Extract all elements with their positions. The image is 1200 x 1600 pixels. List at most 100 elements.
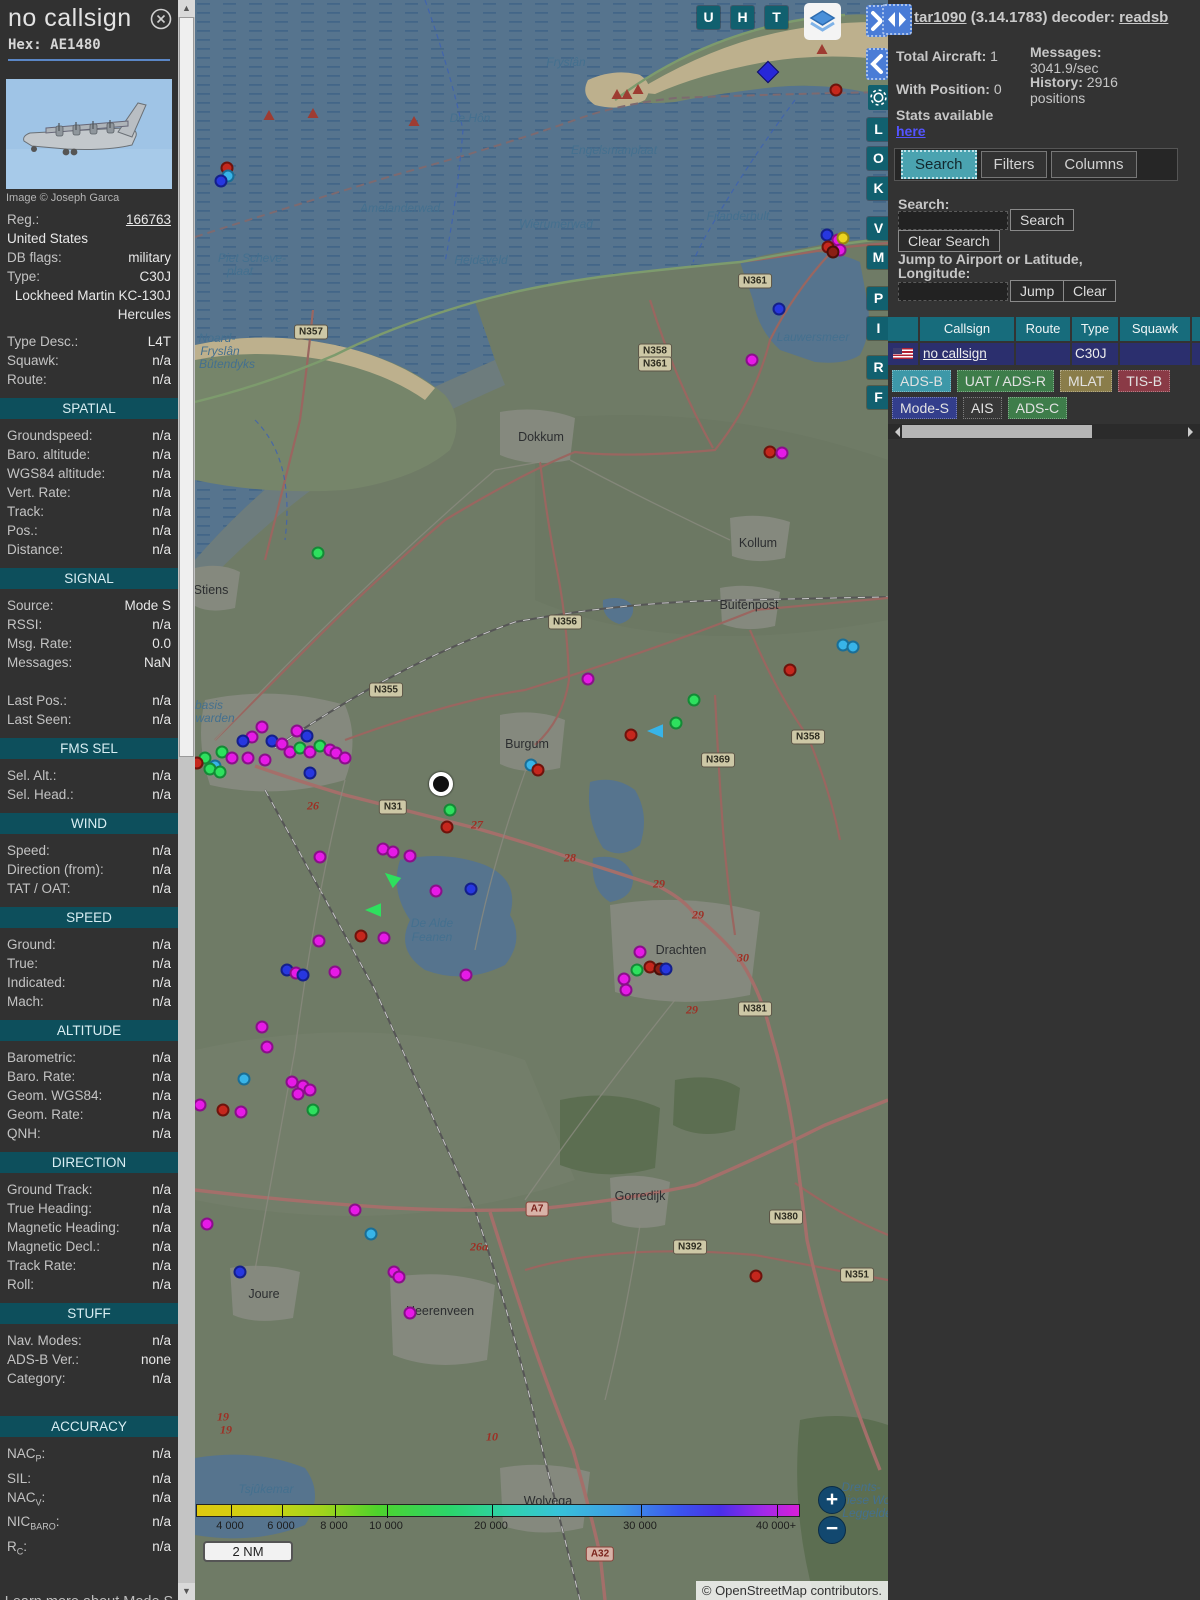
aircraft-dot[interactable] bbox=[303, 1083, 317, 1097]
table-cell[interactable] bbox=[1016, 343, 1070, 365]
column-header-Route[interactable]: Route bbox=[1016, 317, 1070, 341]
table-cell[interactable]: no callsign bbox=[920, 343, 1014, 365]
aircraft-dot[interactable] bbox=[403, 1306, 417, 1320]
filter-badge-ais[interactable]: AIS bbox=[963, 397, 1002, 419]
selected-aircraft-marker[interactable] bbox=[429, 772, 453, 796]
aircraft-dot[interactable] bbox=[214, 174, 228, 188]
table-cell[interactable]: C30J bbox=[1072, 343, 1118, 365]
column-header-Squawk[interactable]: Squawk bbox=[1120, 317, 1190, 341]
registration-link[interactable]: 166763 bbox=[126, 210, 171, 229]
filter-badge-ads-b[interactable]: ADS-B bbox=[892, 370, 951, 392]
scroll-left-icon[interactable] bbox=[890, 427, 900, 437]
aircraft-dot[interactable] bbox=[260, 1040, 274, 1054]
map-button-v[interactable]: V bbox=[867, 217, 888, 240]
aircraft-dot[interactable] bbox=[429, 884, 443, 898]
aircraft-dot[interactable] bbox=[216, 1103, 230, 1117]
aircraft-dot[interactable] bbox=[775, 446, 789, 460]
filter-badge-ads-c[interactable]: ADS-C bbox=[1007, 397, 1068, 419]
aircraft-dot[interactable] bbox=[377, 931, 391, 945]
aircraft-dot[interactable] bbox=[258, 753, 272, 767]
aircraft-dot[interactable] bbox=[403, 849, 417, 863]
openstreetmap-link[interactable]: OpenStreetMap bbox=[715, 1583, 807, 1598]
map-button-u[interactable]: U bbox=[697, 6, 720, 29]
aircraft-dot[interactable] bbox=[311, 546, 325, 560]
stats-here-link[interactable]: here bbox=[896, 123, 926, 139]
layers-button[interactable] bbox=[804, 3, 841, 40]
table-cell[interactable]: ? bbox=[1192, 343, 1200, 365]
panel-horizontal-scrollbar[interactable] bbox=[888, 424, 1200, 439]
scroll-right-icon[interactable] bbox=[1188, 427, 1198, 437]
scroll-down-icon[interactable]: ▼ bbox=[178, 1583, 195, 1600]
aircraft-dot[interactable] bbox=[440, 820, 454, 834]
jump-input[interactable] bbox=[898, 282, 1008, 301]
map-button-i[interactable]: I bbox=[867, 317, 888, 340]
aircraft-dot[interactable] bbox=[237, 1072, 251, 1086]
map-button-o[interactable]: O bbox=[867, 147, 888, 170]
aircraft-dot[interactable] bbox=[633, 945, 647, 959]
column-header-Callsign[interactable]: Callsign bbox=[920, 317, 1014, 341]
aircraft-dot[interactable] bbox=[312, 934, 326, 948]
aircraft-dot[interactable] bbox=[364, 1227, 378, 1241]
map-button-h[interactable]: H bbox=[731, 6, 754, 29]
tab-columns[interactable]: Columns bbox=[1051, 151, 1137, 178]
search-input[interactable] bbox=[898, 211, 1008, 230]
aircraft-dot[interactable] bbox=[619, 983, 633, 997]
aircraft-dot[interactable] bbox=[846, 640, 860, 654]
map-button-t[interactable]: T bbox=[765, 6, 788, 29]
hscrollbar-thumb[interactable] bbox=[902, 425, 1092, 438]
settings-gear-icon[interactable] bbox=[868, 85, 888, 110]
aircraft-dot[interactable] bbox=[300, 729, 314, 743]
aircraft-dot[interactable] bbox=[624, 728, 638, 742]
map-canvas[interactable]: Dokkum Kollum Buitenpost Stiens Burgum Dracht… bbox=[195, 0, 888, 1600]
sidebar-scrollbar[interactable]: ▲ ▼ bbox=[178, 0, 195, 1600]
aircraft-dot[interactable] bbox=[826, 245, 840, 259]
panel-collapse-left-button[interactable] bbox=[866, 48, 888, 80]
aircraft-dot[interactable] bbox=[354, 929, 368, 943]
panel-width-toggle-button[interactable] bbox=[882, 4, 912, 35]
aircraft-dot[interactable] bbox=[392, 1270, 406, 1284]
column-header-flag[interactable] bbox=[888, 317, 918, 341]
aircraft-dot[interactable] bbox=[296, 968, 310, 982]
aircraft-dot[interactable] bbox=[306, 1103, 320, 1117]
aircraft-dot[interactable] bbox=[630, 963, 644, 977]
aircraft-dot[interactable] bbox=[241, 751, 255, 765]
aircraft-dot[interactable] bbox=[303, 766, 317, 780]
aircraft-photo[interactable] bbox=[6, 79, 172, 189]
aircraft-dot[interactable] bbox=[255, 720, 269, 734]
aircraft-dot[interactable] bbox=[213, 765, 227, 779]
aircraft-dot[interactable] bbox=[255, 1020, 269, 1034]
table-cell[interactable] bbox=[1120, 343, 1190, 365]
close-icon[interactable] bbox=[150, 8, 172, 30]
tab-search[interactable]: Search bbox=[901, 150, 977, 179]
map-button-r[interactable]: R bbox=[867, 356, 888, 379]
filter-badge-uat-ads-r[interactable]: UAT / ADS-R bbox=[956, 370, 1054, 392]
aircraft-dot[interactable] bbox=[783, 663, 797, 677]
zoom-in-button[interactable]: + bbox=[818, 1486, 846, 1514]
aircraft-dot[interactable] bbox=[749, 1269, 763, 1283]
aircraft-dot[interactable] bbox=[464, 882, 478, 896]
filter-badge-tis-b[interactable]: TIS-B bbox=[1118, 370, 1171, 392]
jump-clear-button[interactable]: Clear bbox=[1063, 280, 1117, 302]
aircraft-dot[interactable] bbox=[443, 803, 457, 817]
zoom-out-button[interactable]: − bbox=[818, 1516, 846, 1544]
jump-button[interactable]: Jump bbox=[1010, 280, 1065, 302]
search-button[interactable]: Search bbox=[1010, 209, 1075, 231]
aircraft-dot[interactable] bbox=[659, 962, 673, 976]
aircraft-dot[interactable] bbox=[328, 965, 342, 979]
aircraft-dot[interactable] bbox=[348, 1203, 362, 1217]
aircraft-dot[interactable] bbox=[225, 751, 239, 765]
map-button-f[interactable]: F bbox=[867, 386, 888, 409]
map-button-p[interactable]: P bbox=[867, 287, 888, 310]
aircraft-table-row[interactable]: no callsign C30J? bbox=[888, 341, 1200, 365]
aircraft-dot[interactable] bbox=[772, 302, 786, 316]
filter-badge-mlat[interactable]: MLAT bbox=[1059, 370, 1113, 392]
map-button-l[interactable]: L bbox=[867, 118, 888, 141]
aircraft-dot[interactable] bbox=[291, 1087, 305, 1101]
aircraft-dot[interactable] bbox=[669, 716, 683, 730]
map-button-k[interactable]: K bbox=[867, 177, 888, 200]
tab-filters[interactable]: Filters bbox=[980, 151, 1048, 178]
aircraft-dot[interactable] bbox=[687, 693, 701, 707]
clear-search-button[interactable]: Clear Search bbox=[898, 230, 1000, 252]
tar1090-link[interactable]: tar1090 bbox=[914, 9, 967, 26]
column-header-Alt. (ft)[interactable]: Alt. (ft) bbox=[1192, 317, 1200, 341]
